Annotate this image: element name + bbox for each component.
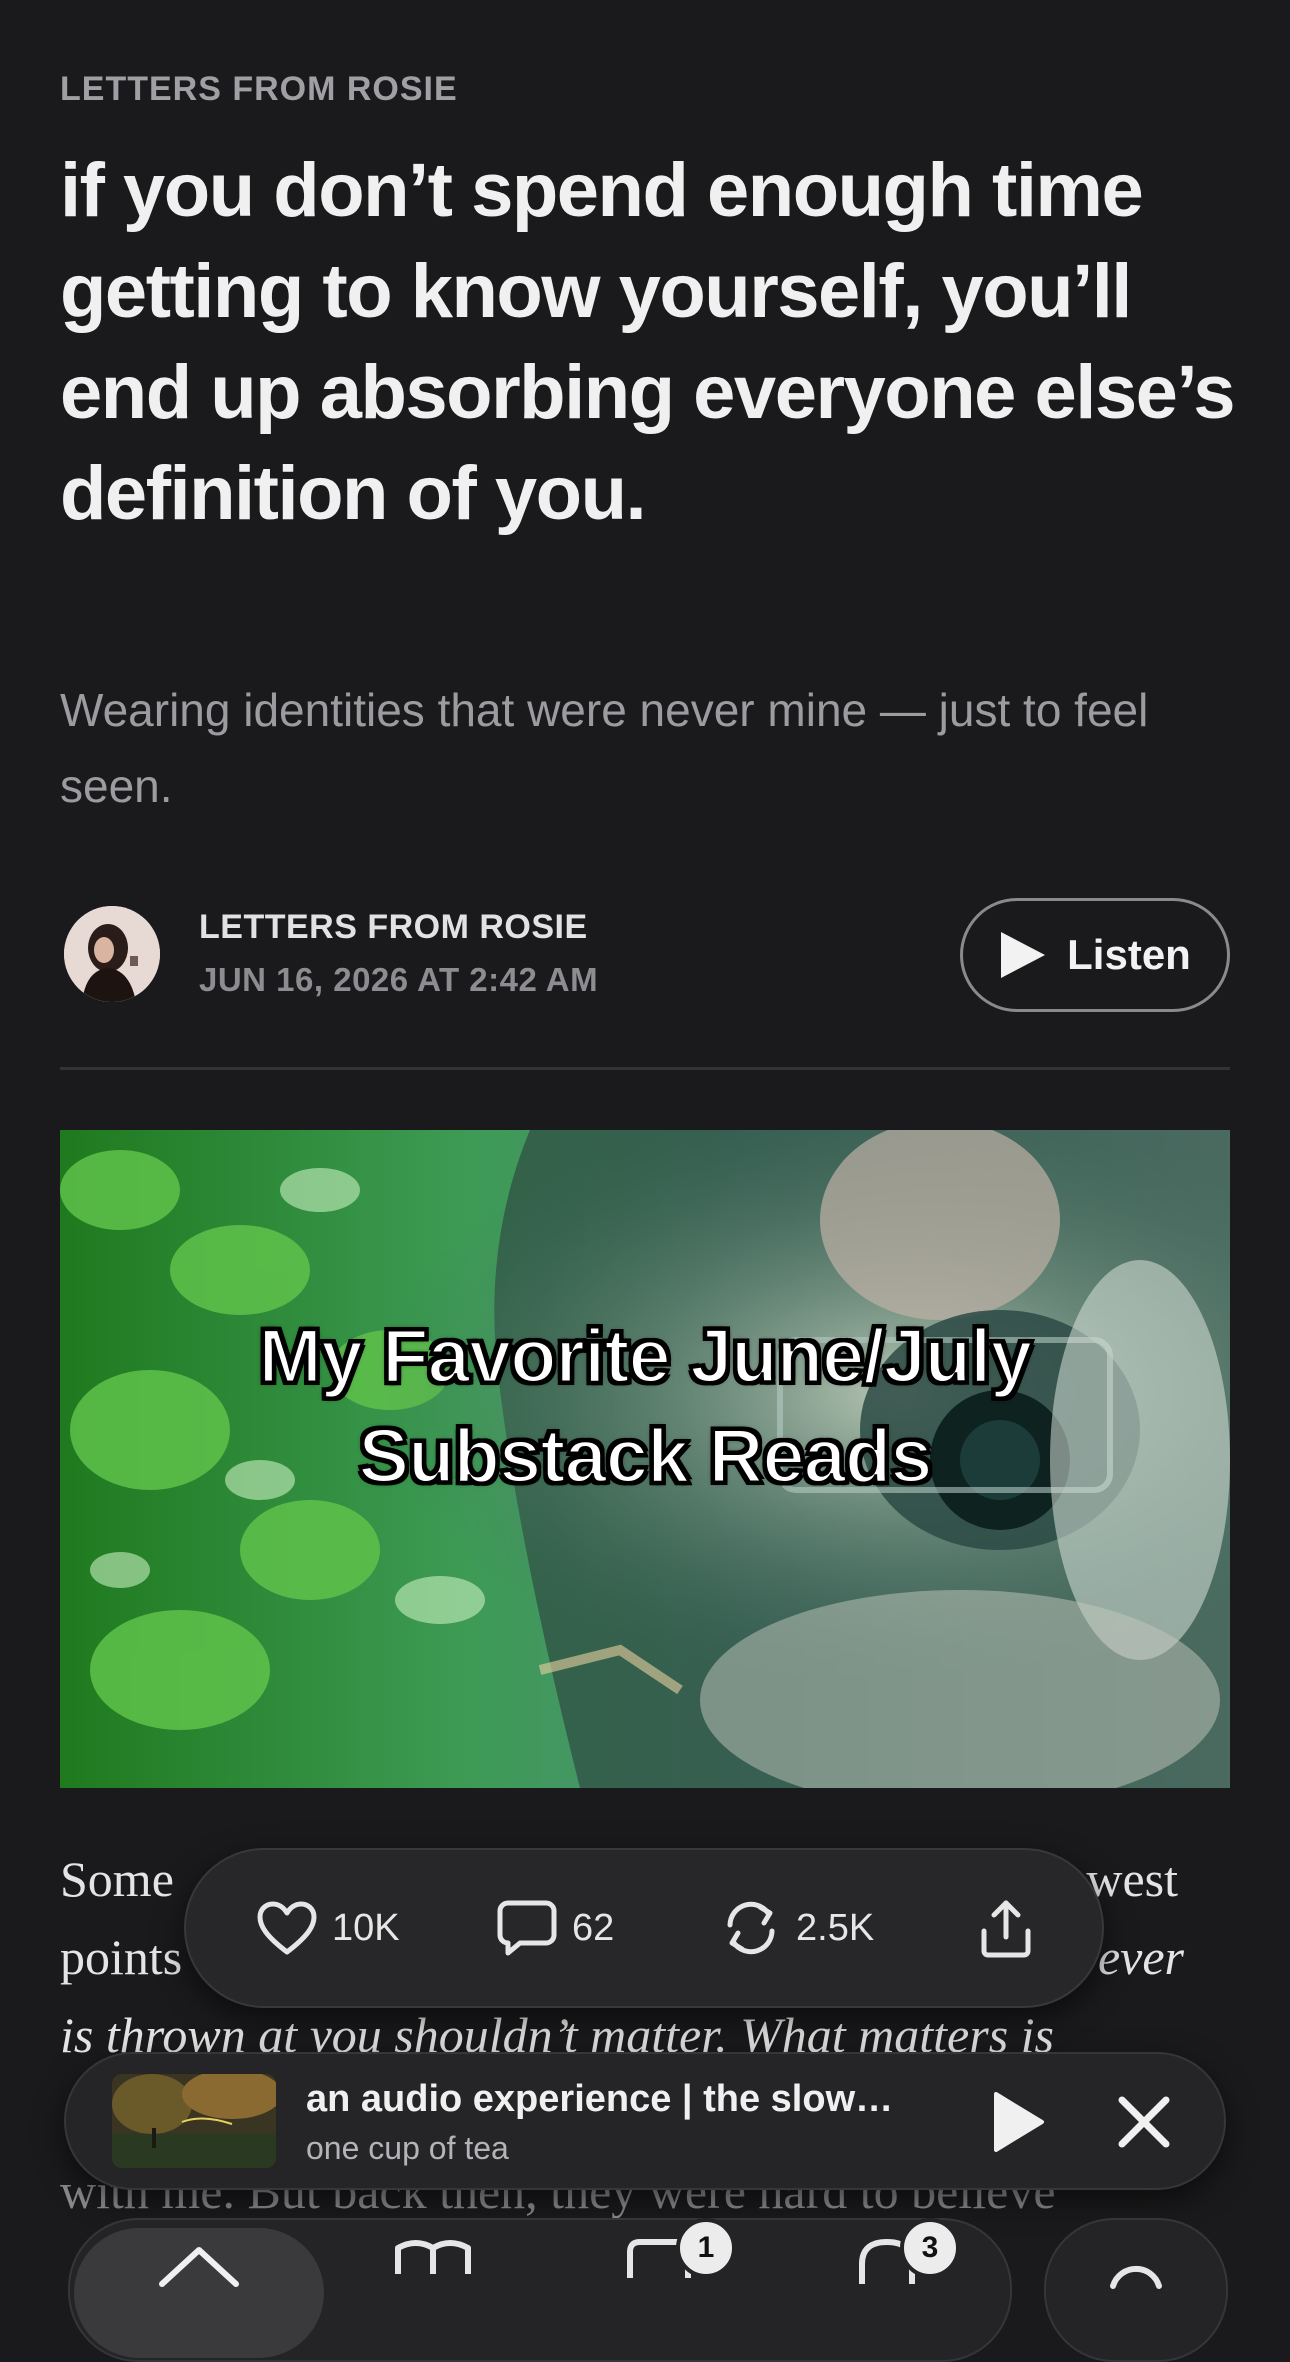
share-button[interactable] — [978, 1850, 1034, 2006]
share-icon — [981, 1900, 1031, 1958]
now-playing-publication: one cup of tea — [306, 2130, 509, 2166]
now-playing-play-button[interactable] — [976, 2082, 1056, 2162]
body-fragment: points — [60, 1929, 183, 1985]
chat-badge: 1 — [676, 2218, 736, 2278]
divider — [60, 1067, 1230, 1070]
tab-activity[interactable]: 3 — [842, 2218, 960, 2324]
author-avatar[interactable] — [64, 906, 160, 1002]
body-fragment: Some — [60, 1851, 174, 1907]
hero-caption-line2: Substack Reads — [357, 1413, 934, 1501]
byline: LETTERS FROM ROSIE JUN 16, 2026 AT 2:42 … — [60, 898, 1230, 1018]
post-subtitle: Wearing identities that were never mine … — [60, 684, 1149, 812]
search-icon — [1110, 2265, 1162, 2289]
post-title: if you don’t spend enough time getting t… — [60, 148, 1236, 536]
comment-button[interactable]: 62 — [496, 1850, 614, 2006]
restack-button[interactable]: 2.5K — [720, 1850, 874, 2006]
hero-image[interactable]: My Favorite June/July Substack Reads — [60, 1130, 1230, 1788]
now-playing-close-button[interactable] — [1106, 2084, 1182, 2160]
listen-button[interactable]: Listen — [960, 898, 1230, 1012]
episode-cover-art — [112, 2074, 276, 2168]
body-fragment: ever — [1097, 1929, 1184, 1985]
post-action-bar: 10K 62 2.5K — [184, 1848, 1104, 2008]
search-button[interactable] — [1044, 2218, 1228, 2362]
restack-count: 2.5K — [796, 1906, 875, 1949]
close-icon — [1118, 2096, 1170, 2148]
activity-badge: 3 — [900, 2218, 960, 2278]
book-icon — [395, 2240, 471, 2274]
author-name[interactable]: LETTERS FROM ROSIE — [199, 908, 588, 947]
post-date: JUN 16, 2026 AT 2:42 AM — [199, 961, 599, 998]
tab-chat[interactable]: 1 — [616, 2218, 736, 2324]
now-playing-title: an audio experience | the slow… — [306, 2078, 894, 2120]
tab-home[interactable] — [74, 2228, 324, 2358]
tab-library[interactable] — [388, 2234, 478, 2324]
listen-label: Listen — [1067, 931, 1191, 978]
now-playing-bar[interactable]: an audio experience | the slow… one cup … — [64, 2052, 1226, 2190]
like-button[interactable]: 10K — [256, 1850, 400, 2006]
comment-count: 62 — [572, 1906, 615, 1949]
tab-bar: 1 3 — [68, 2218, 1012, 2362]
publication-kicker[interactable]: LETTERS FROM ROSIE — [60, 70, 458, 109]
restack-icon — [727, 1901, 775, 1955]
hero-caption-line1: My Favorite June/July — [257, 1313, 1034, 1401]
hero-caption: My Favorite June/July Substack Reads — [60, 1307, 1230, 1507]
heart-icon — [257, 1901, 317, 1955]
like-count: 10K — [332, 1906, 400, 1949]
play-icon — [994, 2092, 1044, 2152]
comment-icon — [497, 1900, 557, 1956]
play-icon — [1001, 932, 1046, 978]
home-icon — [159, 2247, 239, 2287]
